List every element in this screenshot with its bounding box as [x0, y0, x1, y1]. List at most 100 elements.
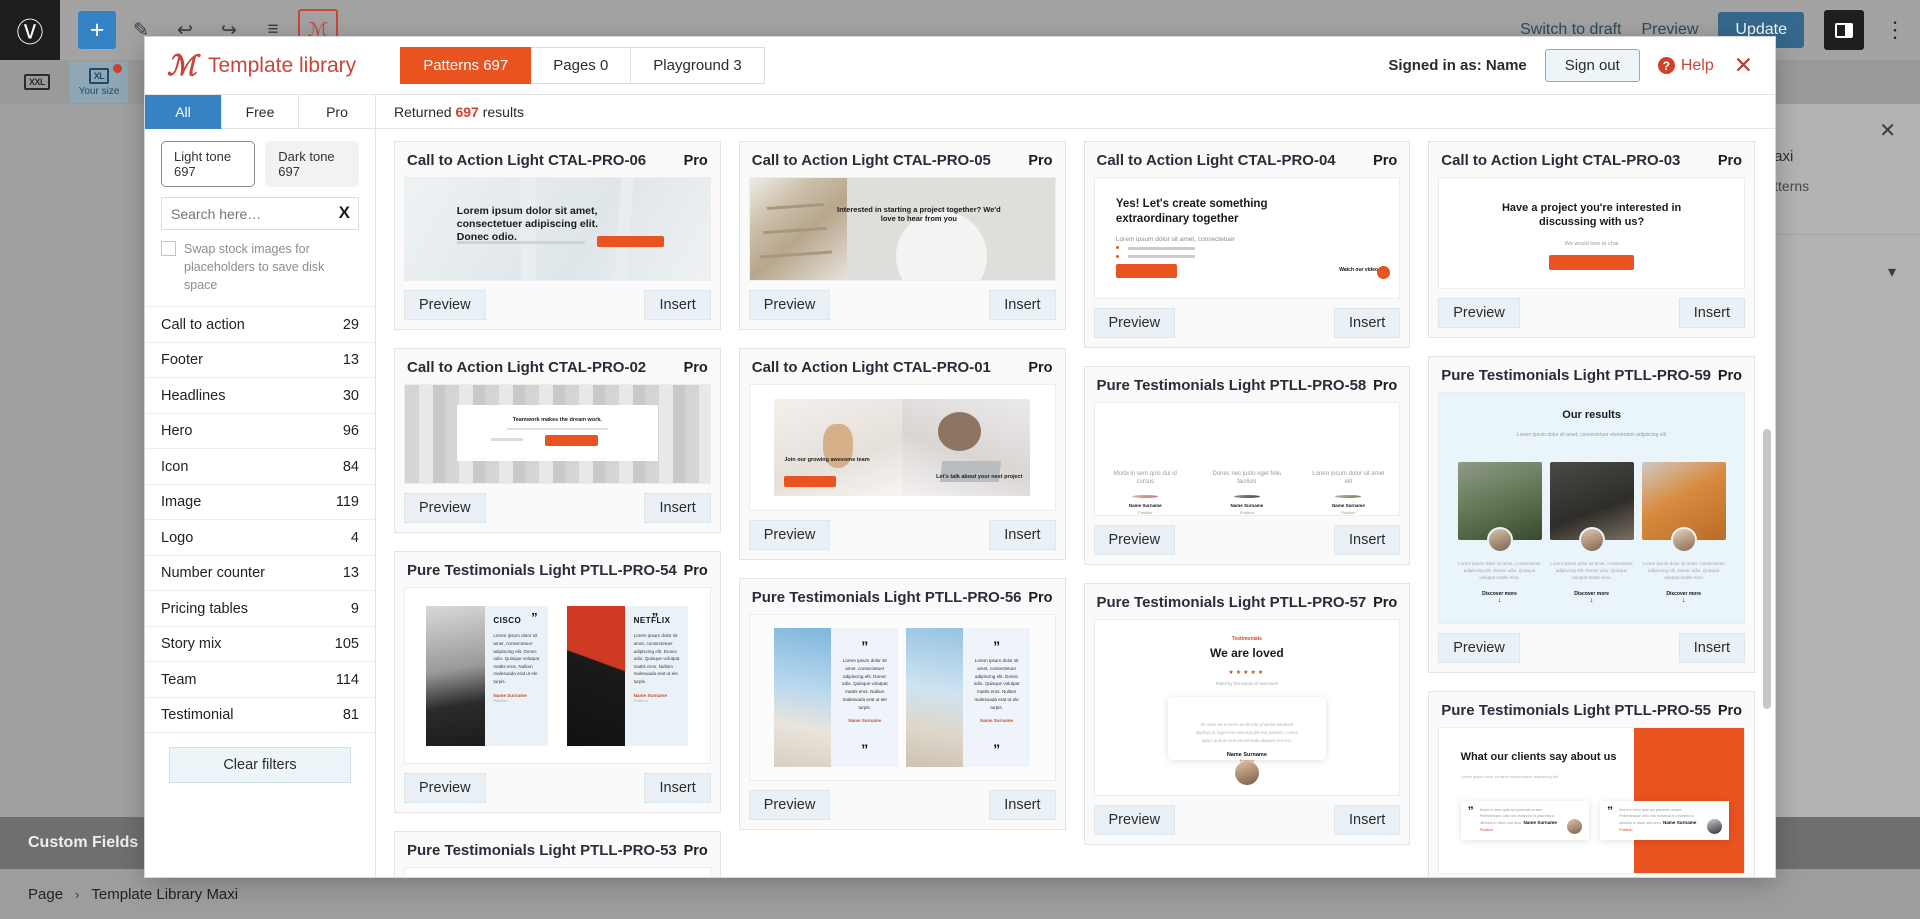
preview-button[interactable]: Preview [404, 493, 486, 523]
size-button-xl[interactable]: XL Your size [70, 61, 128, 103]
help-link[interactable]: ? Help [1657, 57, 1714, 75]
pattern-card[interactable]: Pure Testimonials Light PTLL-PRO-59 Pro … [1428, 356, 1755, 673]
pattern-thumbnail[interactable]: Join our growing awesome team Let's talk… [748, 384, 1056, 511]
sign-out-button[interactable]: Sign out [1544, 49, 1640, 82]
pattern-thumbnail[interactable]: Morbi in sem quis dui id cursus Name Sur… [1093, 402, 1401, 516]
size-button-sublabel: Your size [78, 85, 120, 97]
pattern-thumbnail[interactable]: Have a project you're interested in disc… [1438, 177, 1745, 289]
thumb-stars: ★★★★★ [1228, 670, 1266, 676]
card-actions: Preview Insert [404, 764, 711, 803]
more-options-icon[interactable]: ⋮ [1884, 19, 1906, 41]
preview-button[interactable]: Preview [1093, 805, 1176, 835]
thumb-sub: Lorem ipsum dolor sit amet, consectetuer [1115, 235, 1236, 243]
pattern-thumbnail[interactable]: “ “ [404, 867, 711, 877]
card-header: Call to Action Light CTAL-PRO-05 Pro [749, 150, 1056, 177]
category-label: Pricing tables [161, 600, 249, 617]
category-count: 30 [342, 387, 359, 404]
thumb-role: Position [633, 697, 648, 703]
category-row-testimonial[interactable]: Testimonial 81 [145, 698, 375, 734]
insert-button[interactable]: Insert [989, 790, 1056, 820]
size-button-xxl[interactable]: XXL [8, 61, 66, 103]
clear-search-icon[interactable]: X [339, 203, 350, 223]
pattern-card[interactable]: Pure Testimonials Light PTLL-PRO-56 Pro [738, 578, 1066, 830]
insert-button[interactable]: Insert [1678, 633, 1745, 663]
pattern-card[interactable]: Call to Action Light CTAL-PRO-03 Pro Hav… [1428, 141, 1755, 338]
close-icon[interactable]: ✕ [1734, 54, 1753, 77]
preview-button[interactable]: Preview [1438, 298, 1520, 328]
pattern-thumbnail[interactable]: Teamwork makes the dream work. [404, 384, 711, 484]
category-row-team[interactable]: Team 114 [145, 662, 375, 698]
results-scrollbar[interactable] [1763, 429, 1771, 709]
pattern-card[interactable]: Call to Action Light CTAL-PRO-06 Pro Lor… [394, 141, 721, 330]
insert-button[interactable]: Insert [1333, 525, 1401, 555]
insert-button[interactable]: Insert [989, 520, 1056, 550]
swap-stock-images-option[interactable]: Swap stock images for placeholders to sa… [145, 238, 375, 306]
tab-free[interactable]: Free [222, 95, 299, 129]
preview-button[interactable]: Preview [748, 520, 831, 550]
pattern-card[interactable]: Pure Testimonials Light PTLL-PRO-53 Pro … [394, 831, 721, 877]
pattern-thumbnail[interactable]: ” Lorem ipsum dolor sit amet, consectetu… [748, 614, 1056, 781]
pattern-card[interactable]: Call to Action Light CTAL-PRO-05 Pro Int… [738, 141, 1066, 330]
breadcrumb-item-block[interactable]: Template Library Maxi [91, 886, 238, 903]
wordpress-icon[interactable]: Ⓥ [0, 0, 60, 60]
preview-button[interactable]: Preview [1093, 525, 1176, 555]
insert-button[interactable]: Insert [644, 290, 711, 320]
pattern-card[interactable]: Pure Testimonials Light PTLL-PRO-58 Pro … [1083, 366, 1411, 565]
light-tone-button[interactable]: Light tone 697 [161, 141, 256, 187]
add-block-button[interactable]: + [78, 11, 116, 49]
insert-button[interactable]: Insert [644, 493, 711, 523]
category-row-icon[interactable]: Icon 84 [145, 449, 375, 485]
insert-button[interactable]: Insert [1678, 298, 1745, 328]
category-row-headlines[interactable]: Headlines 30 [145, 378, 375, 414]
category-row-pricing-tables[interactable]: Pricing tables 9 [145, 591, 375, 627]
category-row-call-to-action[interactable]: Call to action 29 [145, 307, 375, 343]
pattern-card[interactable]: Call to Action Light CTAL-PRO-02 Pro Tea… [394, 348, 721, 533]
category-row-story-mix[interactable]: Story mix 105 [145, 627, 375, 663]
thumb-body: Sit amet est in lorem ut elit odio phare… [1195, 722, 1299, 743]
preview-button[interactable]: Preview [1438, 633, 1520, 663]
swap-stock-images-checkbox[interactable] [161, 241, 176, 256]
pattern-thumbnail[interactable]: Our results Lorem ipsum dolor sit amet, … [1438, 392, 1745, 624]
search-input[interactable] [161, 197, 359, 230]
preview-button[interactable]: Preview [404, 773, 486, 803]
thumb-quote: Donec nec justo eget felis facilisis [1212, 471, 1282, 486]
pattern-card[interactable]: Pure Testimonials Light PTLL-PRO-57 Pro … [1083, 583, 1411, 845]
breadcrumb-item-page[interactable]: Page [28, 886, 63, 903]
insert-button[interactable]: Insert [1333, 308, 1401, 338]
insert-button[interactable]: Insert [1333, 805, 1401, 835]
clear-filters-button[interactable]: Clear filters [169, 747, 351, 784]
pattern-thumbnail[interactable]: Yes! Let's create something extraordinar… [1093, 177, 1401, 299]
pattern-title: Pure Testimonials Light PTLL-PRO-55 [1441, 702, 1712, 719]
pattern-thumbnail[interactable]: Interested in starting a project togethe… [748, 177, 1056, 281]
settings-sidebar-toggle[interactable] [1824, 10, 1864, 50]
thumb-sub: We would love to chat [1564, 240, 1619, 247]
dark-tone-button[interactable]: Dark tone 697 [265, 141, 359, 187]
category-row-image[interactable]: Image 119 [145, 485, 375, 521]
category-row-footer[interactable]: Footer 13 [145, 343, 375, 379]
tab-pro[interactable]: Pro [299, 95, 375, 129]
pattern-card[interactable]: Call to Action Light CTAL-PRO-01 Pro Joi… [738, 348, 1066, 560]
preview-button[interactable]: Preview [1093, 308, 1176, 338]
chevron-down-icon[interactable]: ▾ [1888, 262, 1896, 282]
tab-pages[interactable]: Pages 0 [531, 47, 632, 84]
pattern-card[interactable]: Call to Action Light CTAL-PRO-04 Pro Yes… [1083, 141, 1411, 348]
insert-button[interactable]: Insert [989, 290, 1056, 320]
panel-close-icon[interactable]: ✕ [1879, 118, 1896, 143]
category-row-logo[interactable]: Logo 4 [145, 520, 375, 556]
pattern-card[interactable]: Pure Testimonials Light PTLL-PRO-55 Pro … [1428, 691, 1755, 877]
category-row-hero[interactable]: Hero 96 [145, 414, 375, 450]
category-row-number-counter[interactable]: Number counter 13 [145, 556, 375, 592]
preview-button[interactable]: Preview [748, 790, 831, 820]
preview-button[interactable]: Preview [748, 290, 831, 320]
preview-button[interactable]: Preview [404, 290, 486, 320]
pattern-thumbnail[interactable]: What our clients say about us Lorem ipsu… [1438, 727, 1745, 874]
pattern-thumbnail[interactable]: Testimonials We are loved ★★★★★ Rated by… [1093, 619, 1401, 796]
pattern-thumbnail[interactable]: Lorem ipsum dolor sit amet, consectetuer… [404, 177, 711, 281]
pattern-thumbnail[interactable]: CISCO Lorem ipsum dolor sit amet, consec… [404, 587, 711, 764]
tab-patterns[interactable]: Patterns 697 [400, 47, 532, 84]
pattern-card[interactable]: Pure Testimonials Light PTLL-PRO-54 Pro [394, 551, 721, 813]
tab-all[interactable]: All [145, 95, 222, 129]
tab-playground[interactable]: Playground 3 [631, 47, 765, 84]
pattern-title: Pure Testimonials Light PTLL-PRO-58 [1096, 377, 1367, 394]
insert-button[interactable]: Insert [644, 773, 711, 803]
